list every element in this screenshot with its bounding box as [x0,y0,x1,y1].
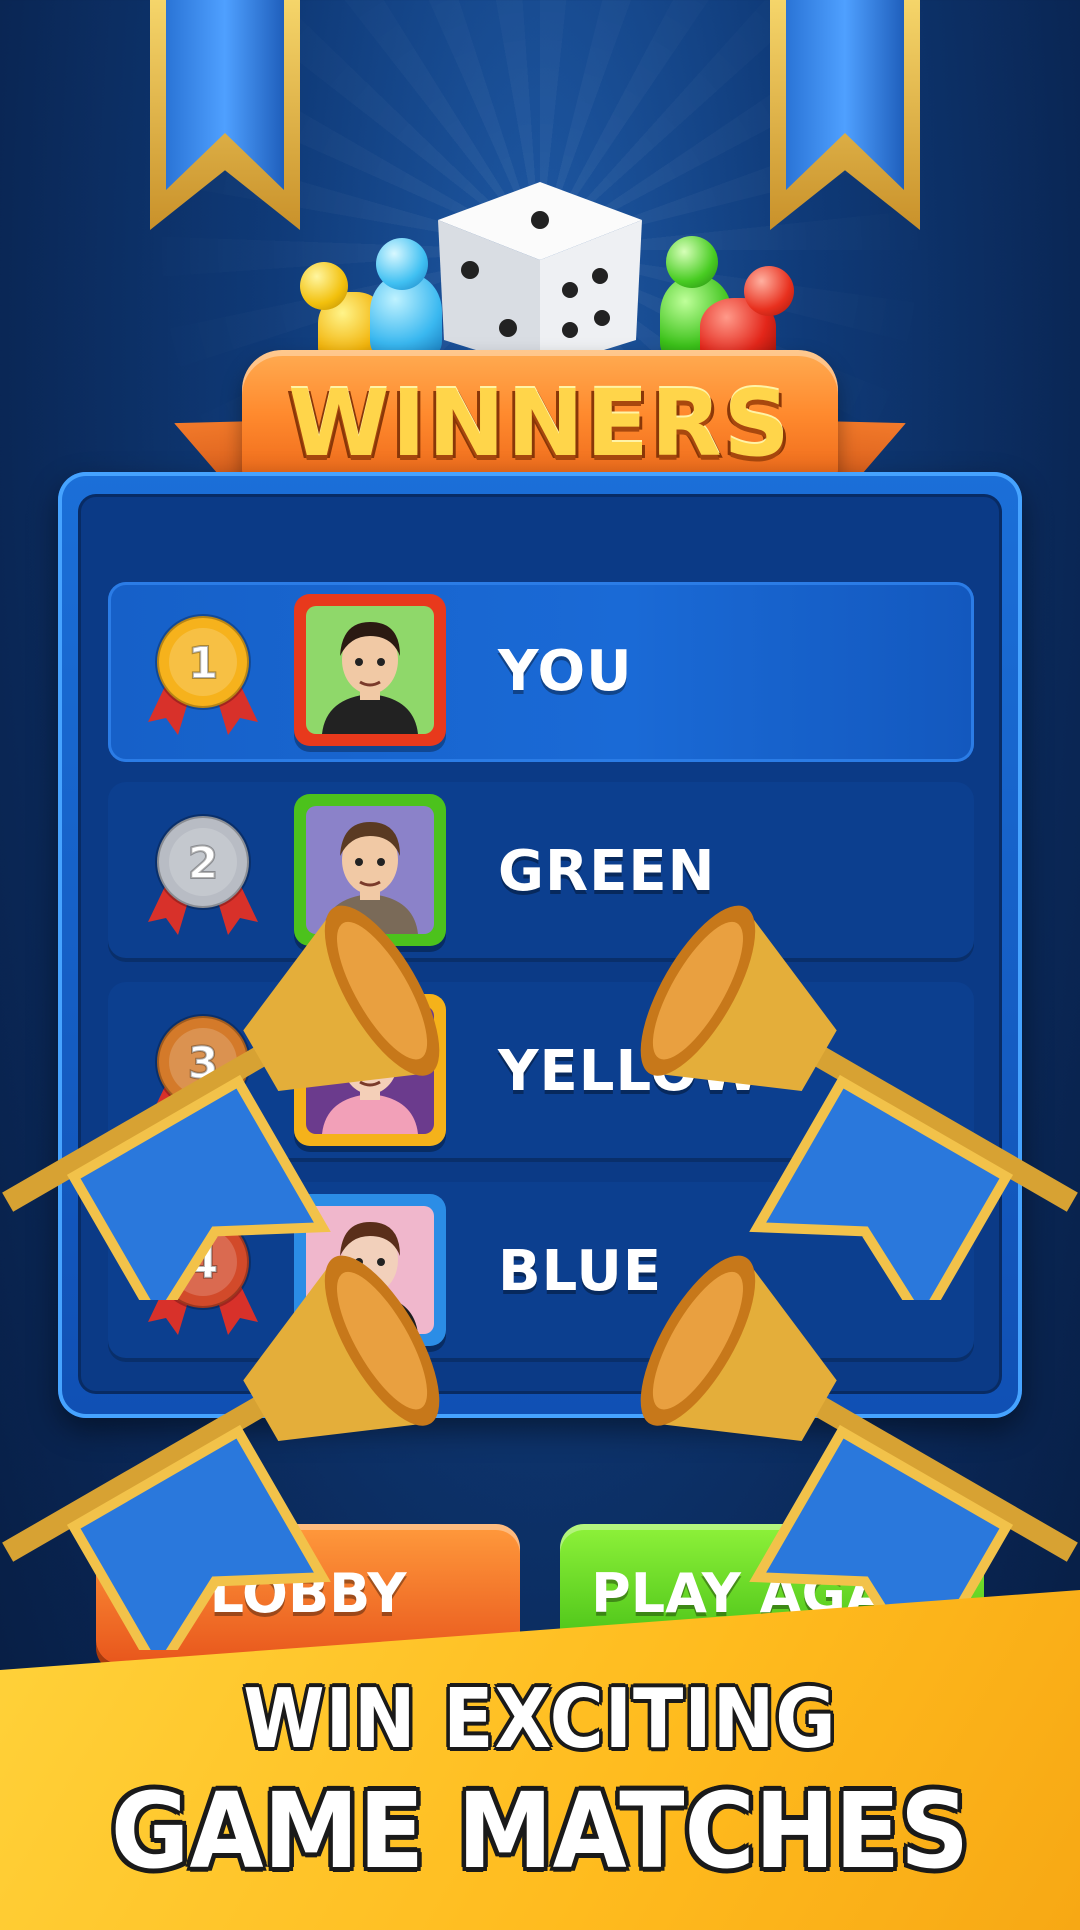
ranking-row: 2 GREEN [108,782,974,962]
medal-icon: 1 [148,614,258,735]
avatar [294,1194,446,1346]
avatar-portrait [306,806,434,934]
caption-line-2: GAME MATCHES [110,1770,970,1892]
ranking-row: 3 YELLOW [108,982,974,1162]
medal-rank: 3 [188,1038,219,1089]
ranking-row: 4 BLUE [108,1182,974,1362]
medal-icon: 2 [148,814,258,935]
avatar [294,594,446,746]
medal-icon: 4 [148,1214,258,1335]
player-name: YELLOW [498,1039,762,1104]
avatar-portrait [306,1006,434,1134]
player-name: YOU [498,639,633,704]
red-pawn-icon [700,262,800,362]
avatar-portrait [306,1206,434,1334]
dice-icon [438,182,642,370]
avatar-portrait [306,606,434,734]
caption-line-1: WIN EXCITING [243,1672,837,1767]
medal-rank: 1 [188,638,219,689]
avatar [294,994,446,1146]
medal-rank: 2 [188,838,219,889]
page-title: WINNERS [288,370,792,477]
medal-rank: 4 [188,1238,219,1289]
player-name: BLUE [498,1239,663,1304]
avatar [294,794,446,946]
medal-icon: 3 [148,1014,258,1135]
ranking-row: 1 YOU [108,582,974,762]
player-name: GREEN [498,839,716,904]
